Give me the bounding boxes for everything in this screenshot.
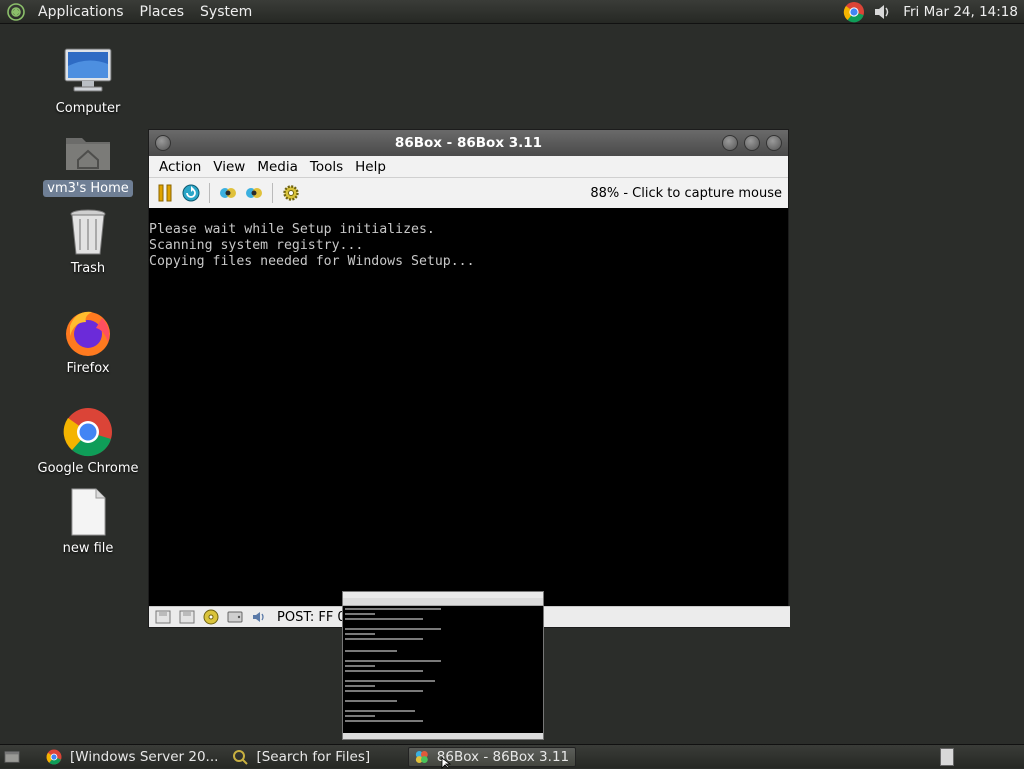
thumbnail-text-line [345, 670, 423, 672]
task-windows-server[interactable]: [Windows Server 20... [40, 747, 224, 767]
window-toolbar: 88% - Click to capture mouse [149, 178, 788, 209]
show-desktop-icon [4, 750, 20, 763]
ctrl-alt-esc-button[interactable] [244, 183, 264, 203]
screen-line: Copying files needed for Windows Setup..… [149, 254, 475, 269]
thumbnail-text-line [345, 660, 441, 662]
toolbar-separator [209, 183, 210, 203]
settings-button[interactable] [281, 183, 301, 203]
desktop-icon-label: Computer [55, 101, 121, 116]
thumbnail-text-line [345, 665, 375, 667]
task-label: [Search for Files] [256, 748, 371, 765]
screen-line: Please wait while Setup initializes. [149, 222, 435, 237]
desktop-icon-chrome[interactable]: Google Chrome [28, 406, 148, 482]
pause-button[interactable] [155, 183, 175, 203]
show-desktop-button[interactable] [0, 747, 24, 767]
window-menubar: Action View Media Tools Help [149, 156, 788, 178]
floppy-drive-icon[interactable] [178, 609, 196, 625]
window-thumbnail-preview[interactable] [342, 591, 544, 740]
maximize-button[interactable] [744, 135, 760, 151]
menu-action[interactable]: Action [153, 159, 207, 175]
search-icon [233, 749, 249, 765]
thumbnail-text-line [345, 685, 375, 687]
hard-disk-icon[interactable] [226, 609, 244, 625]
desktop-icon-trash[interactable]: Trash [28, 206, 148, 282]
menu-help[interactable]: Help [349, 159, 392, 175]
86box-window: 86Box - 86Box 3.11 Action View Media Too… [148, 129, 790, 628]
task-label: [Windows Server 20... [70, 748, 219, 765]
desktop-icon-new-file[interactable]: new file [28, 486, 148, 562]
menu-places[interactable]: Places [132, 4, 193, 20]
screen-line: Scanning system registry... [149, 238, 364, 253]
file-icon [71, 488, 106, 536]
thumbnail-text-line [345, 710, 415, 712]
ctrl-alt-del-button[interactable] [218, 183, 238, 203]
menu-tools[interactable]: Tools [304, 159, 349, 175]
desktop-icon-label: Trash [70, 261, 106, 276]
desktop-icon-computer[interactable]: Computer [28, 46, 148, 122]
thumbnail-text-line [345, 633, 375, 635]
thumbnail-toolbar [343, 598, 543, 606]
window-menu-button[interactable] [155, 135, 171, 151]
emulator-screen[interactable]: Please wait while Setup initializes. Sca… [149, 208, 788, 608]
task-search-for-files[interactable]: [Search for Files] [226, 747, 376, 767]
chrome-icon[interactable] [843, 1, 865, 23]
thumbnail-text-line [345, 618, 423, 620]
chrome-icon [46, 749, 62, 764]
hard-reset-button[interactable] [181, 183, 201, 203]
desktop-icon-home[interactable]: vm3's Home [28, 126, 148, 202]
thumbnail-text-line [345, 638, 423, 640]
thumbnail-text-line [345, 613, 375, 615]
computer-icon [64, 48, 112, 92]
volume-icon[interactable] [871, 1, 893, 23]
gear-icon [283, 185, 299, 201]
mouse-cursor-icon [441, 757, 451, 769]
task-86box[interactable]: 86Box - 86Box 3.11 [408, 746, 577, 767]
thumbnail-statusbar [343, 733, 543, 739]
keyboard-combo-icon [220, 188, 236, 198]
firefox-icon [66, 311, 110, 356]
desktop-icon-label: Firefox [66, 361, 110, 376]
sound-icon[interactable] [250, 609, 268, 625]
post-code-status: POST: FF 0 [277, 609, 346, 625]
thumbnail-text-line [345, 715, 375, 717]
menu-applications[interactable]: Applications [30, 4, 132, 20]
capture-mouse-hint[interactable]: 88% - Click to capture mouse [590, 186, 782, 201]
floppy-drive-icon[interactable] [154, 609, 172, 625]
thumbnail-text-line [345, 680, 435, 682]
window-title: 86Box - 86Box 3.11 [394, 135, 543, 151]
main-menu-logo-icon[interactable] [6, 2, 26, 22]
reset-icon [182, 184, 200, 202]
thumbnail-text-line [345, 650, 397, 652]
close-button[interactable] [766, 135, 782, 151]
bottom-panel: [Windows Server 20... [Search for Files]… [0, 744, 1024, 768]
desktop-icon-label: vm3's Home [43, 180, 133, 197]
top-panel-tray: Fri Mar 24, 14:18 [843, 0, 1024, 24]
desktop-icon-label: new file [62, 541, 114, 556]
top-panel: Applications Places System Fri Mar 24, 1… [0, 0, 1024, 24]
menu-view[interactable]: View [207, 159, 251, 175]
keyboard-combo-icon [246, 188, 262, 198]
pause-icon [158, 184, 172, 202]
thumbnail-text-line [345, 700, 397, 702]
minimize-button[interactable] [722, 135, 738, 151]
thumbnail-text-line [345, 608, 441, 610]
clock[interactable]: Fri Mar 24, 14:18 [899, 4, 1024, 20]
home-folder-icon [66, 138, 110, 170]
chrome-icon [63, 408, 112, 457]
cdrom-drive-icon[interactable] [202, 609, 220, 625]
86box-icon [415, 750, 428, 763]
menu-media[interactable]: Media [251, 159, 304, 175]
thumbnail-text-line [345, 628, 441, 630]
thumbnail-text-line [345, 690, 423, 692]
toolbar-separator [272, 183, 273, 203]
menu-system[interactable]: System [192, 4, 260, 20]
trash-applet-icon[interactable] [940, 748, 954, 766]
window-titlebar[interactable]: 86Box - 86Box 3.11 [149, 130, 788, 156]
desktop-icon-label: Google Chrome [37, 461, 139, 476]
thumbnail-text-line [345, 720, 423, 722]
task-label: 86Box - 86Box 3.11 [436, 748, 570, 765]
trash-icon [70, 209, 106, 255]
desktop-icon-firefox[interactable]: Firefox [28, 306, 148, 382]
